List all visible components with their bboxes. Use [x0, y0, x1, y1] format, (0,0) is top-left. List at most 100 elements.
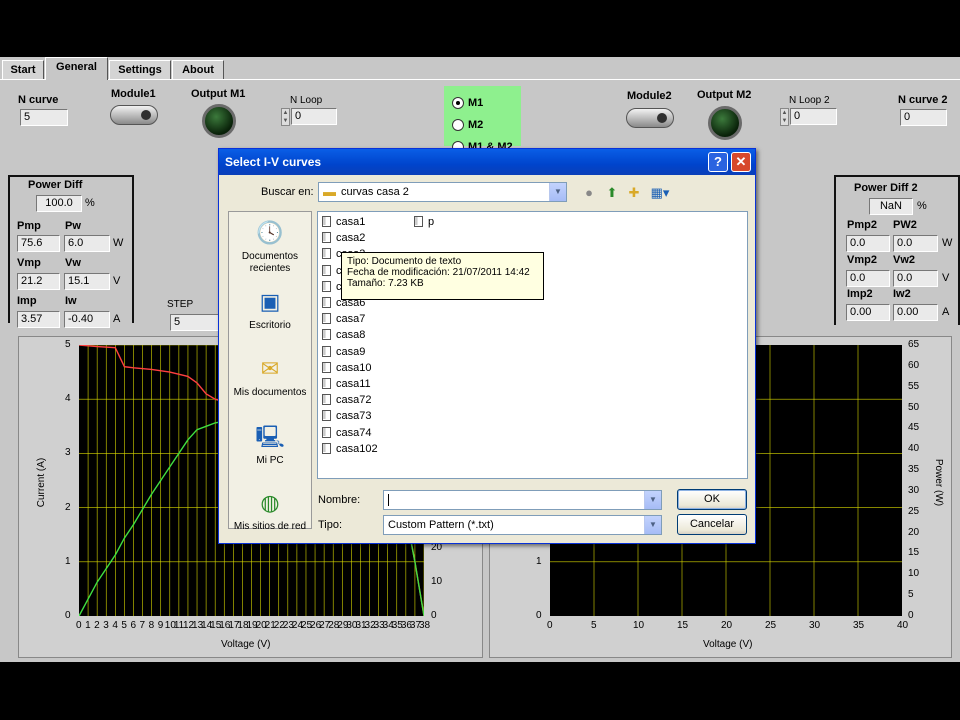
- file-item[interactable]: ≡ ≡ ≡ casa73: [320, 408, 371, 424]
- imp2-label: Imp2: [847, 288, 873, 300]
- module1-toggle[interactable]: [110, 105, 158, 125]
- imp2-field[interactable]: 0.00: [846, 304, 890, 321]
- x-tick-label: 30: [809, 620, 821, 631]
- chevron-down-icon[interactable]: ▼: [549, 183, 566, 201]
- module2-toggle[interactable]: [626, 108, 674, 128]
- file-item[interactable]: ≡ ≡ ≡ casa10: [320, 360, 371, 376]
- power-diff-field[interactable]: 100.0: [36, 195, 82, 212]
- vmp2-field[interactable]: 0.0: [846, 270, 890, 287]
- text-file-icon: ≡ ≡ ≡: [322, 248, 331, 260]
- y2-tick-label: 0: [908, 610, 914, 621]
- view-menu-icon[interactable]: ▦▾: [649, 185, 671, 201]
- radio-m2[interactable]: M2: [452, 117, 516, 133]
- vmp-field[interactable]: 21.2: [17, 273, 60, 290]
- my-documents-icon: ✉: [260, 356, 280, 381]
- nloop2-spinner-icon[interactable]: ▲ ▼: [780, 108, 789, 126]
- x-tick-label: 7: [139, 620, 146, 631]
- place-recent[interactable]: 🕓 Documentos recientes: [229, 218, 311, 275]
- ncurve-field[interactable]: 5: [20, 109, 68, 126]
- vw2-unit: V: [942, 272, 950, 284]
- file-item[interactable]: ≡ ≡ ≡ casa9: [320, 344, 365, 360]
- x-tick-label: 4: [112, 620, 118, 631]
- dialog-title: Select I-V curves: [225, 155, 322, 169]
- place-desktop[interactable]: ▣ Escritorio: [229, 287, 311, 332]
- nloop2-label: N Loop 2: [789, 95, 830, 106]
- module2-label: Module2: [627, 90, 672, 102]
- left-xlabel: Voltage (V): [221, 639, 271, 650]
- ncurve2-field[interactable]: 0: [900, 109, 947, 126]
- step-field[interactable]: 5: [170, 314, 220, 331]
- y2-tick-label: 40: [908, 443, 920, 455]
- nloop2-field[interactable]: 0: [790, 108, 837, 125]
- filename-input[interactable]: ▼: [383, 490, 662, 510]
- file-item[interactable]: ≡ ≡ ≡ casa8: [320, 327, 365, 343]
- y-tick-label: 5: [65, 339, 71, 350]
- radio-dot-icon: [452, 119, 464, 131]
- power-diff2-field[interactable]: NaN: [869, 198, 913, 215]
- pw-field[interactable]: 6.0: [64, 235, 110, 252]
- text-caret: [388, 494, 389, 507]
- filetype-select[interactable]: Custom Pattern (*.txt) ▼: [383, 515, 662, 535]
- x-tick-label: 10: [633, 620, 645, 631]
- module-selector: M1 M2 M1 & M2: [444, 86, 521, 153]
- desktop-icon: ▣: [259, 289, 281, 314]
- up-folder-icon[interactable]: ⬆: [604, 185, 620, 201]
- file-item[interactable]: ≡ ≡ ≡ p: [412, 214, 434, 230]
- filename-label: Nombre:: [318, 494, 361, 506]
- x-tick-label: 20: [721, 620, 733, 631]
- select-iv-curves-dialog: Select I-V curves ? ✕ Buscar en: ▬ curva…: [218, 148, 756, 544]
- nloop-field[interactable]: 0: [291, 108, 337, 125]
- new-folder-icon[interactable]: ✚: [626, 185, 642, 201]
- tab-settings[interactable]: Settings: [109, 60, 171, 80]
- computer-icon: 🖳: [255, 424, 285, 449]
- tab-about[interactable]: About: [172, 60, 224, 80]
- nloop-spinner-icon[interactable]: ▲ ▼: [281, 108, 290, 126]
- power-diff2-label: Power Diff 2: [854, 182, 918, 194]
- pw2-field[interactable]: 0.0: [893, 235, 938, 252]
- tooltip-type: Tipo: Documento de texto: [347, 256, 462, 267]
- lookin-combo[interactable]: ▬ curvas casa 2 ▼: [318, 182, 567, 202]
- x-tick-label: 1: [85, 620, 91, 631]
- place-my-documents[interactable]: ✉ Mis documentos: [229, 354, 311, 399]
- text-file-icon: ≡ ≡ ≡: [322, 426, 331, 438]
- back-icon[interactable]: ●: [581, 185, 597, 201]
- output-m1-label: Output M1: [191, 88, 246, 100]
- file-item[interactable]: ≡ ≡ ≡ casa102: [320, 441, 378, 457]
- file-item[interactable]: ≡ ≡ ≡ casa2: [320, 230, 365, 246]
- chevron-down-icon[interactable]: ▼: [644, 516, 661, 534]
- x-tick-label: 5: [591, 620, 597, 631]
- iw2-field[interactable]: 0.00: [893, 304, 938, 321]
- pmp2-field[interactable]: 0.0: [846, 235, 890, 252]
- radio-m1[interactable]: M1: [452, 95, 516, 111]
- power-diff-unit: %: [85, 197, 95, 209]
- file-item[interactable]: ≡ ≡ ≡ casa7: [320, 311, 365, 327]
- vw-field[interactable]: 15.1: [64, 273, 110, 290]
- left-ylabel: Current (A): [36, 457, 48, 508]
- cancel-button[interactable]: Cancelar: [677, 514, 747, 535]
- place-my-pc[interactable]: 🖳 Mi PC: [229, 422, 311, 467]
- power-diff2-unit: %: [917, 200, 927, 212]
- close-icon[interactable]: ✕: [731, 152, 751, 172]
- text-file-icon: ≡ ≡ ≡: [322, 313, 331, 325]
- ok-button[interactable]: OK: [677, 489, 747, 510]
- imp-field[interactable]: 3.57: [17, 311, 60, 328]
- iw-field[interactable]: -0.40: [64, 311, 110, 328]
- right-y2label: Power (W): [933, 458, 945, 507]
- y2-tick-label: 50: [908, 401, 920, 413]
- ncurve2-label: N curve 2: [898, 94, 948, 106]
- tab-start[interactable]: Start: [2, 60, 44, 80]
- file-item[interactable]: ≡ ≡ ≡ casa1: [320, 214, 365, 230]
- dialog-titlebar[interactable]: Select I-V curves ? ✕: [219, 149, 755, 175]
- help-icon[interactable]: ?: [708, 152, 728, 172]
- x-tick-label: 35: [853, 620, 865, 631]
- chevron-down-icon[interactable]: ▼: [644, 491, 661, 509]
- file-item[interactable]: ≡ ≡ ≡ casa72: [320, 392, 371, 408]
- pmp-field[interactable]: 75.6: [17, 235, 60, 252]
- right-xlabel: Voltage (V): [703, 639, 753, 650]
- file-item[interactable]: ≡ ≡ ≡ casa11: [320, 376, 371, 392]
- file-item[interactable]: ≡ ≡ ≡ casa74: [320, 425, 371, 441]
- place-network[interactable]: ◍ Mis sitios de red: [229, 488, 311, 533]
- vw2-field[interactable]: 0.0: [893, 270, 938, 287]
- x-tick-label: 5: [121, 620, 127, 631]
- tab-general[interactable]: General: [45, 57, 108, 80]
